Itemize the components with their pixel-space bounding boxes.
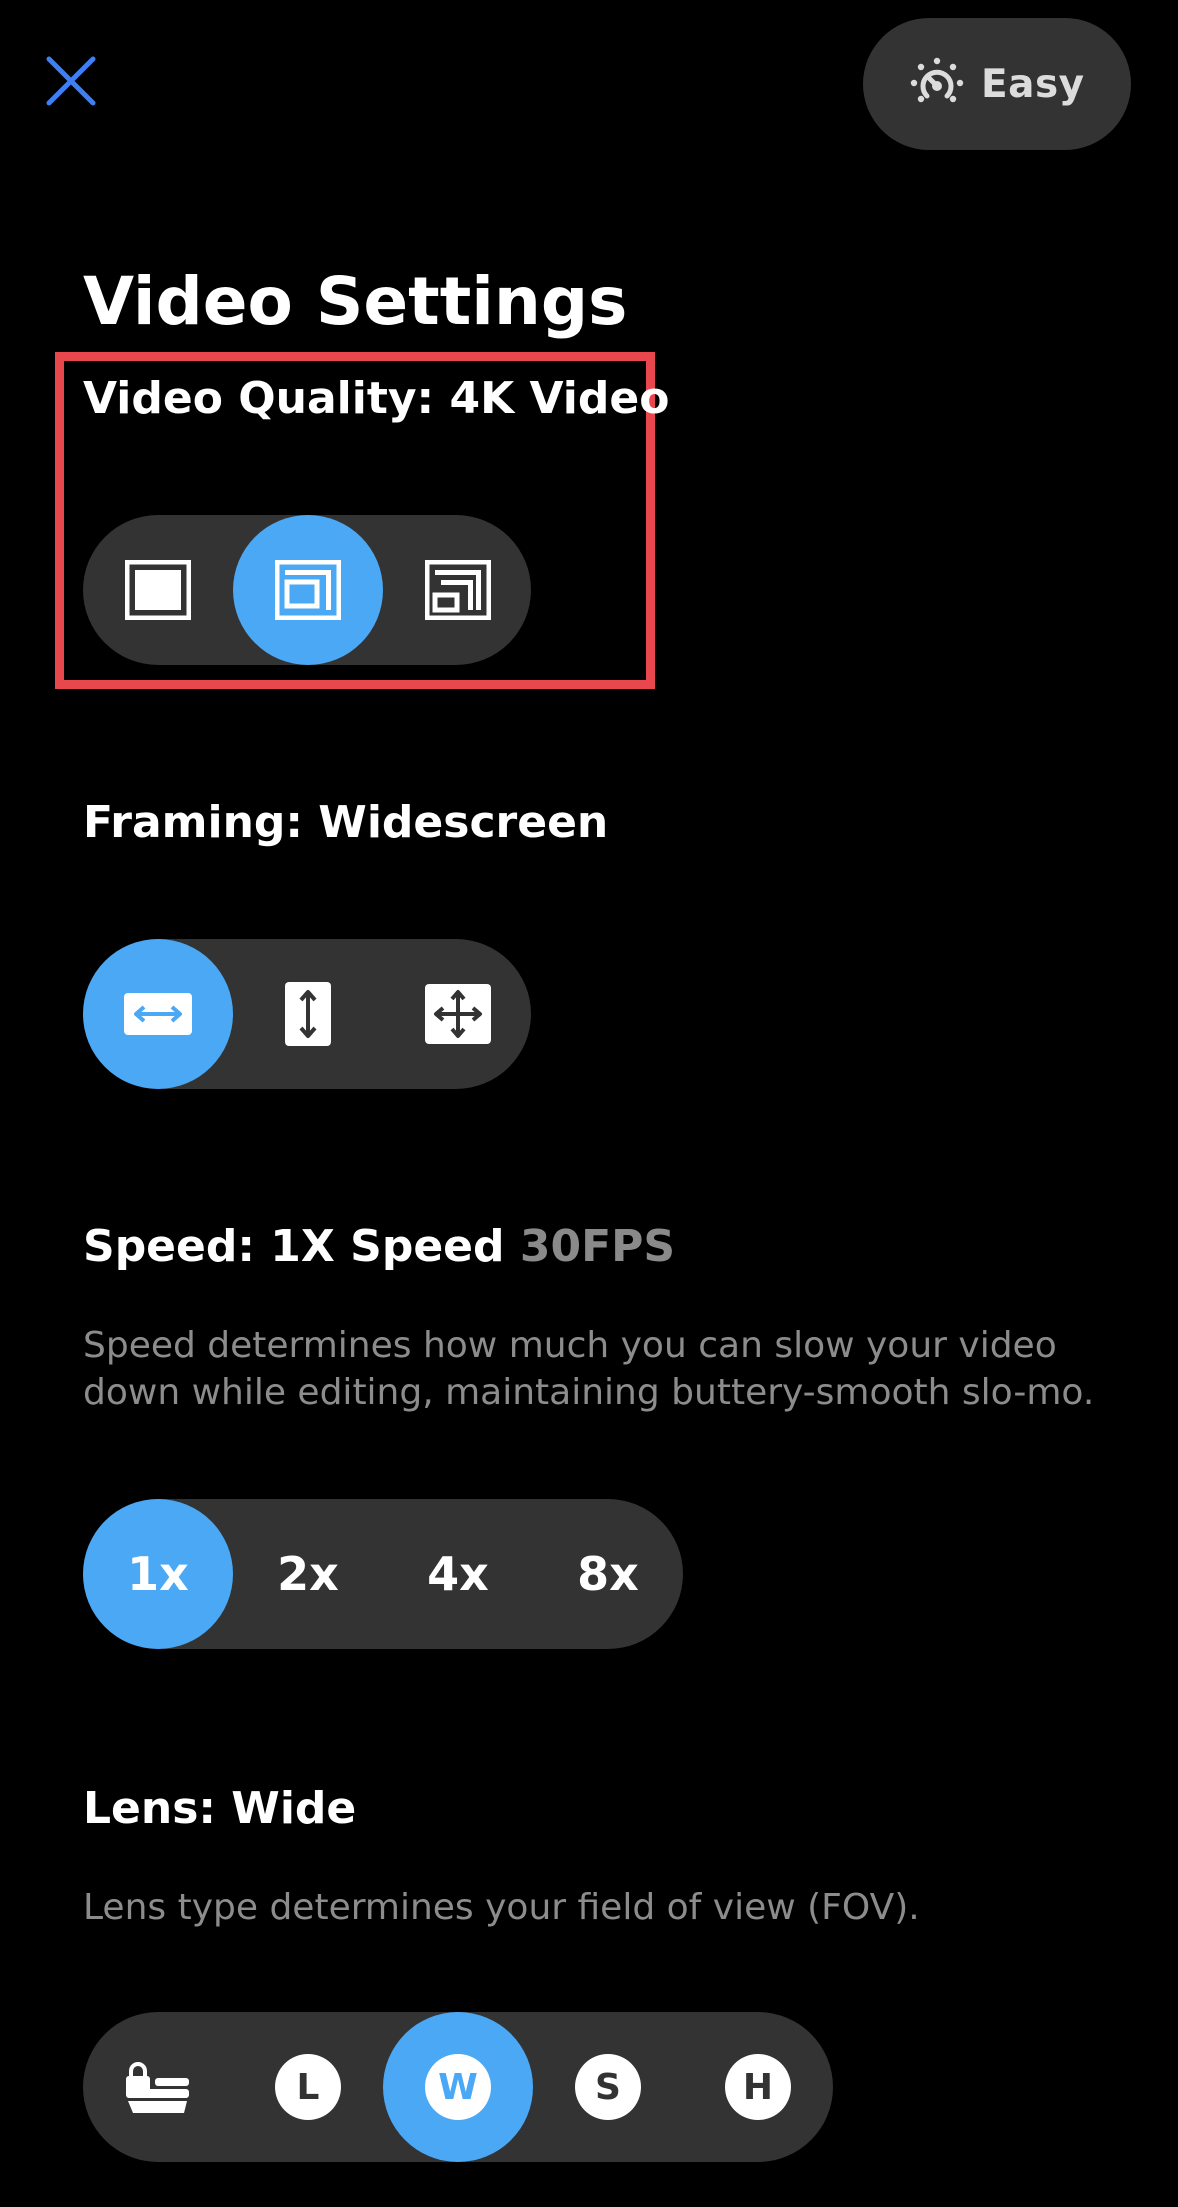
quality-option-small[interactable] [383, 515, 533, 665]
lens-option-linear[interactable]: L [233, 2012, 383, 2162]
close-x-icon [46, 56, 96, 106]
speed-description: Speed determines how much you can slow y… [83, 1325, 1095, 1413]
lens-lock-icon [126, 2062, 189, 2113]
video-quality-selector [83, 515, 531, 665]
lens-label: Lens: Wide [83, 1783, 357, 1834]
lens-option-lock[interactable] [83, 2012, 233, 2162]
lens-linear-icon: L [275, 2054, 341, 2120]
page-title: Video Settings [83, 263, 628, 340]
speed-option-1x[interactable]: 1x [83, 1499, 233, 1649]
lens-option-wide[interactable]: W [383, 2012, 533, 2162]
speed-option-label: 4x [427, 1547, 489, 1601]
dial-icon [910, 57, 964, 103]
speed-option-label: 2x [277, 1547, 339, 1601]
close-button[interactable] [40, 50, 102, 112]
quality-option-4k[interactable] [233, 515, 383, 665]
mode-label: Easy [981, 61, 1085, 107]
lens-hyperview-icon: H [725, 2054, 791, 2120]
vertical-arrows-icon [285, 982, 331, 1046]
lens-description: Lens type determines your field of view … [83, 1887, 920, 1928]
speed-selector: 1x 2x 4x 8x [83, 1499, 683, 1649]
speed-fps: 30FPS [519, 1221, 676, 1272]
speed-option-label: 8x [577, 1547, 639, 1601]
quality-full-frame-icon [125, 560, 191, 620]
speed-option-label: 1x [127, 1547, 189, 1601]
framing-option-vertical[interactable] [233, 939, 383, 1089]
speed-option-8x[interactable]: 8x [533, 1499, 683, 1649]
framing-option-widescreen[interactable] [83, 939, 233, 1089]
lens-superview-icon: S [575, 2054, 641, 2120]
lens-wide-icon: W [425, 2054, 491, 2120]
quality-4k-frame-icon [275, 560, 341, 620]
framing-label: Framing: Widescreen [83, 797, 609, 848]
speed-label-row: Speed: 1X Speed 30FPS [83, 1219, 675, 1275]
framing-selector [83, 939, 531, 1089]
framing-option-full-frame[interactable] [383, 939, 533, 1089]
lens-option-superview[interactable]: S [533, 2012, 683, 2162]
quality-option-full[interactable] [83, 515, 233, 665]
mode-easy-button[interactable]: Easy [863, 18, 1131, 150]
quality-small-frame-icon [425, 560, 491, 620]
video-quality-label: Video Quality: 4K Video [83, 373, 670, 424]
lens-option-hyperview[interactable]: H [683, 2012, 833, 2162]
speed-option-4x[interactable]: 4x [383, 1499, 533, 1649]
full-frame-arrows-icon [425, 984, 491, 1044]
speed-label: Speed: 1X Speed [83, 1221, 505, 1272]
widescreen-arrows-icon [124, 993, 192, 1035]
speed-option-2x[interactable]: 2x [233, 1499, 383, 1649]
lens-selector: L W S H [83, 2012, 833, 2162]
